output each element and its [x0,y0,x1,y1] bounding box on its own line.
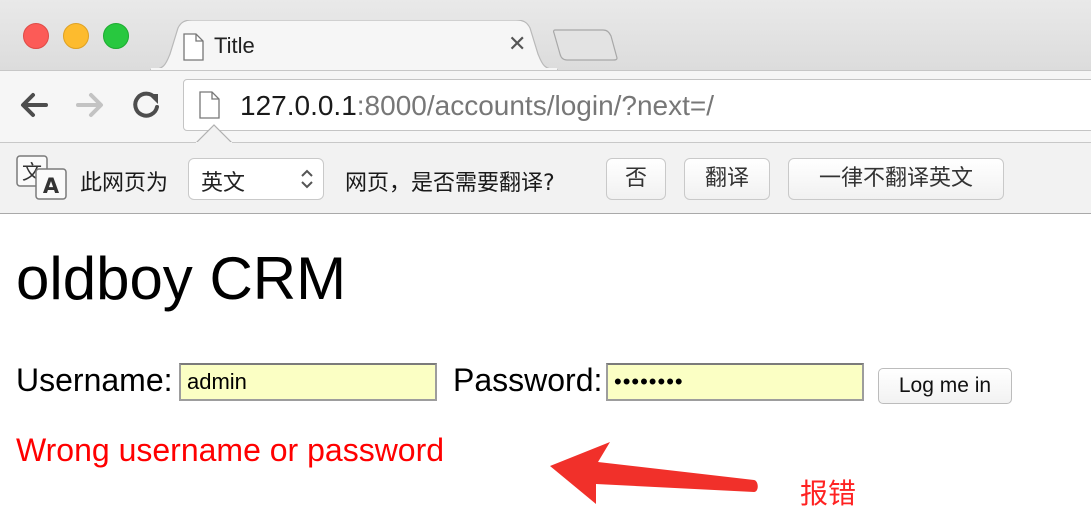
back-arrow-icon[interactable] [16,87,52,123]
error-message: Wrong username or password [16,432,445,468]
close-window-button[interactable] [23,23,49,49]
url-host: 127.0.0.1 [240,90,357,121]
no-button[interactable]: 否 [606,158,666,200]
annotation-arrow [548,440,762,511]
browser-toolbar: 127.0.0.1:8000/accounts/login/?next=/ [0,70,1091,143]
annotation-label: 报错 [800,477,857,510]
translate-prefix-text: 此网页为 [80,171,169,196]
url-path: :8000/accounts/login/?next=/ [356,90,715,121]
browser-window: Title ✕ 127.0.0.1:8000/accounts/login/?n… [0,0,1091,528]
address-bar[interactable]: 127.0.0.1:8000/accounts/login/?next=/ [183,79,1091,131]
tab-active[interactable]: Title ✕ [150,20,558,70]
login-button[interactable]: Log me in [878,368,1012,404]
minimize-window-button[interactable] [63,23,89,49]
page-title: oldboy CRM [16,245,347,312]
never-translate-button[interactable]: 一律不翻译英文 [788,158,1004,200]
url-text[interactable]: 127.0.0.1:8000/accounts/login/?next=/ [240,90,714,122]
password-input[interactable]: •••••••• [606,363,864,401]
username-label: Username: [16,362,173,398]
tab-strip: Title ✕ [0,0,1091,70]
translate-infobar: 文 A 此网页为 英文 网页，是否需要翻译? 否 翻译 一律不翻译英文 [0,142,1091,214]
select-updown-icon [299,168,315,194]
page-icon [198,91,220,124]
new-tab-button[interactable] [552,28,619,67]
tab-title: Title [214,33,255,58]
tab-shape [150,20,558,70]
forward-arrow-icon[interactable] [72,87,108,123]
language-select[interactable]: 英文 [188,158,324,200]
password-label: Password: [453,362,603,398]
zoom-window-button[interactable] [103,23,129,49]
tab-close-icon[interactable]: ✕ [508,31,526,57]
language-select-value: 英文 [201,171,246,196]
translate-bubble-pointer [195,124,233,149]
reload-icon[interactable] [128,87,164,123]
username-input[interactable]: admin [179,363,437,401]
translate-button[interactable]: 翻译 [684,158,770,200]
translate-icon: 文 A [16,155,68,205]
svg-text:A: A [43,174,60,198]
translate-question-text: 网页，是否需要翻译? [345,171,555,196]
